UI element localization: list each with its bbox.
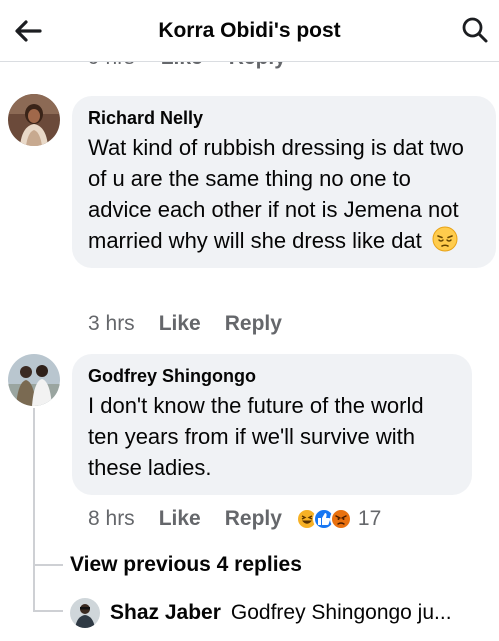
like-button[interactable]: Like — [159, 312, 201, 336]
search-icon — [462, 17, 488, 43]
reply-thread-branch — [33, 564, 63, 566]
view-previous-replies-link[interactable]: View previous 4 replies — [70, 553, 302, 577]
avatar-godfrey-shingongo[interactable] — [8, 354, 60, 406]
avatar-richard-nelly[interactable] — [8, 94, 60, 146]
comment-author[interactable]: Godfrey Shingongo — [88, 364, 456, 388]
reaction-summary[interactable]: 17 — [295, 507, 382, 531]
reply-author[interactable]: Shaz Jaber — [110, 601, 221, 625]
like-button[interactable]: Like — [159, 507, 201, 531]
pensive-face-icon — [432, 226, 458, 252]
latest-reply-preview[interactable]: Shaz Jaber Godfrey Shingongo ju... — [70, 598, 490, 628]
comment-meta: 3 hrs Like Reply — [88, 312, 282, 336]
comment-text: Wat kind of rubbish dressing is dat two … — [88, 132, 480, 256]
comment-time: 8 hrs — [88, 507, 135, 530]
reply-button[interactable]: Reply — [225, 312, 282, 336]
top-bar: Korra Obidi's post — [0, 0, 499, 62]
comment-bubble[interactable]: Godfrey Shingongo I don't know the futur… — [72, 354, 472, 495]
angry-icon — [329, 508, 352, 530]
avatar-shaz-jaber[interactable] — [70, 598, 100, 628]
comment-meta: 8 hrs Like Reply 17 — [88, 507, 381, 531]
reply-thread-line — [33, 408, 35, 611]
comment-body: I don't know the future of the world ten… — [88, 393, 424, 480]
reply-snippet: Godfrey Shingongo ju... — [230, 601, 452, 624]
comment-body: Wat kind of rubbish dressing is dat two … — [88, 135, 464, 253]
page-title: Korra Obidi's post — [158, 19, 341, 42]
search-button[interactable] — [457, 12, 493, 48]
comment-author[interactable]: Richard Nelly — [88, 106, 480, 130]
reply-button[interactable]: Reply — [225, 507, 282, 531]
comment-time: 3 hrs — [88, 312, 135, 335]
reply-thread-branch — [33, 610, 63, 612]
comment-bubble[interactable]: Richard Nelly Wat kind of rubbish dressi… — [72, 96, 496, 268]
reaction-count: 17 — [357, 507, 382, 530]
